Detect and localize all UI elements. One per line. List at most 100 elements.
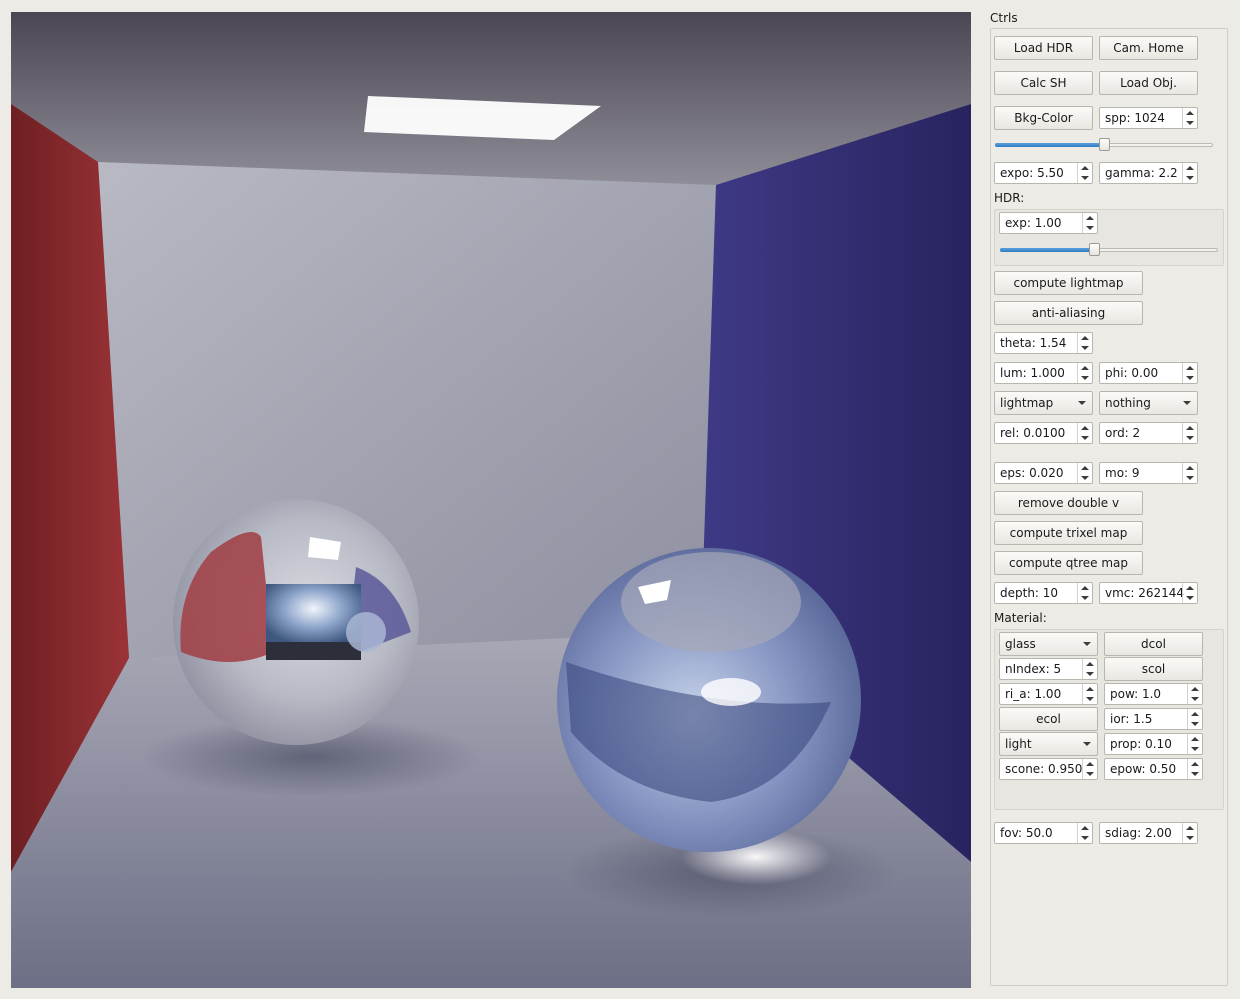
lum-value: lum: 1.000 [1000, 366, 1065, 380]
ri-a-spinbox[interactable]: ri_a: 1.00 [999, 683, 1098, 705]
spin-arrows-icon[interactable] [1077, 423, 1092, 443]
expo-value: expo: 5.50 [1000, 166, 1064, 180]
spin-arrows-icon[interactable] [1082, 759, 1097, 779]
epow-value: epow: 0.50 [1110, 762, 1177, 776]
rel-spinbox[interactable]: rel: 0.0100 [994, 422, 1093, 444]
scol-button[interactable]: scol [1104, 657, 1203, 681]
hdr-slider-fill [1000, 248, 1094, 252]
spin-arrows-icon[interactable] [1082, 213, 1097, 233]
epow-spinbox[interactable]: epow: 0.50 [1104, 758, 1203, 780]
compute-qtree-map-button[interactable]: compute qtree map [994, 551, 1143, 575]
calc-sh-button[interactable]: Calc SH [994, 71, 1093, 95]
spin-arrows-icon[interactable] [1182, 363, 1197, 383]
hdr-label: HDR: [994, 191, 1025, 205]
gamma-spinbox[interactable]: gamma: 2.2 [1099, 162, 1198, 184]
spin-arrows-icon[interactable] [1077, 583, 1092, 603]
ior-value: ior: 1.5 [1110, 712, 1153, 726]
pow-value: pow: 1.0 [1110, 687, 1162, 701]
spin-arrows-icon[interactable] [1187, 759, 1202, 779]
spin-arrows-icon[interactable] [1187, 734, 1202, 754]
eps-value: eps: 0.020 [1000, 466, 1064, 480]
material-label: Material: [994, 611, 1047, 625]
sdiag-spinbox[interactable]: sdiag: 2.00 [1099, 822, 1198, 844]
load-hdr-button[interactable]: Load HDR [994, 36, 1093, 60]
chevron-down-icon [1083, 642, 1091, 646]
gamma-value: gamma: 2.2 [1105, 166, 1178, 180]
spp-spinbox[interactable]: spp: 1024 [1099, 107, 1198, 129]
spp-slider[interactable] [995, 137, 1213, 153]
spin-arrows-icon[interactable] [1182, 583, 1197, 603]
material-type-select[interactable]: glass [999, 632, 1098, 656]
spin-arrows-icon[interactable] [1082, 684, 1097, 704]
scone-value: scone: 0.950 [1005, 762, 1083, 776]
prop-spinbox[interactable]: prop: 0.10 [1104, 733, 1203, 755]
ord-value: ord: 2 [1105, 426, 1141, 440]
chevron-down-icon [1183, 401, 1191, 405]
light-select[interactable]: light [999, 732, 1098, 756]
spp-value: spp: 1024 [1105, 111, 1165, 125]
spin-arrows-icon[interactable] [1077, 463, 1092, 483]
vmc-value: vmc: 262144 [1105, 586, 1185, 600]
bkg-color-button[interactable]: Bkg-Color [994, 106, 1093, 130]
ior-spinbox[interactable]: ior: 1.5 [1104, 708, 1203, 730]
hdr-slider-handle[interactable] [1089, 243, 1100, 256]
nindex-spinbox[interactable]: nIndex: 5 [999, 658, 1098, 680]
expo-spinbox[interactable]: expo: 5.50 [994, 162, 1093, 184]
anti-aliasing-button[interactable]: anti-aliasing [994, 301, 1143, 325]
vmc-spinbox[interactable]: vmc: 262144 [1099, 582, 1198, 604]
fov-spinbox[interactable]: fov: 50.0 [994, 822, 1093, 844]
compute-trixel-map-button[interactable]: compute trixel map [994, 521, 1143, 545]
ecol-button[interactable]: ecol [999, 707, 1098, 731]
material-type-value: glass [1005, 637, 1036, 651]
hdr-exp-spinbox[interactable]: exp: 1.00 [999, 212, 1098, 234]
rel-value: rel: 0.0100 [1000, 426, 1066, 440]
ord-spinbox[interactable]: ord: 2 [1099, 422, 1198, 444]
depth-value: depth: 10 [1000, 586, 1059, 600]
spp-slider-handle[interactable] [1099, 138, 1110, 151]
cam-home-button[interactable]: Cam. Home [1099, 36, 1198, 60]
hdr-exp-slider[interactable] [1000, 242, 1218, 258]
pow-spinbox[interactable]: pow: 1.0 [1104, 683, 1203, 705]
spp-slider-fill [995, 143, 1104, 147]
fov-value: fov: 50.0 [1000, 826, 1053, 840]
scone-spinbox[interactable]: scone: 0.950 [999, 758, 1098, 780]
remove-double-v-button[interactable]: remove double v [994, 491, 1143, 515]
render-viewport[interactable] [11, 12, 971, 988]
depth-spinbox[interactable]: depth: 10 [994, 582, 1093, 604]
spin-arrows-icon[interactable] [1182, 463, 1197, 483]
spin-arrows-icon[interactable] [1182, 823, 1197, 843]
spin-arrows-icon[interactable] [1182, 163, 1197, 183]
spin-arrows-icon[interactable] [1077, 333, 1092, 353]
load-obj-button[interactable]: Load Obj. [1099, 71, 1198, 95]
mode-select[interactable]: lightmap [994, 391, 1093, 415]
panel-title: Ctrls [990, 11, 1018, 25]
hdr-exp-value: exp: 1.00 [1005, 216, 1062, 230]
sdiag-value: sdiag: 2.00 [1105, 826, 1172, 840]
nindex-value: nIndex: 5 [1005, 662, 1062, 676]
lum-spinbox[interactable]: lum: 1.000 [994, 362, 1093, 384]
spin-arrows-icon[interactable] [1187, 684, 1202, 704]
spin-arrows-icon[interactable] [1077, 363, 1092, 383]
eps-spinbox[interactable]: eps: 0.020 [994, 462, 1093, 484]
light-select-value: light [1005, 737, 1032, 751]
phi-value: phi: 0.00 [1105, 366, 1159, 380]
spin-arrows-icon[interactable] [1187, 709, 1202, 729]
chevron-down-icon [1083, 742, 1091, 746]
prop-value: prop: 0.10 [1110, 737, 1172, 751]
theta-spinbox[interactable]: theta: 1.54 [994, 332, 1093, 354]
chevron-down-icon [1078, 401, 1086, 405]
phi-spinbox[interactable]: phi: 0.00 [1099, 362, 1198, 384]
dcol-button[interactable]: dcol [1104, 632, 1203, 656]
spin-arrows-icon[interactable] [1082, 659, 1097, 679]
mo-spinbox[interactable]: mo: 9 [1099, 462, 1198, 484]
mode-select-2[interactable]: nothing [1099, 391, 1198, 415]
spin-arrows-icon[interactable] [1077, 163, 1092, 183]
compute-lightmap-button[interactable]: compute lightmap [994, 271, 1143, 295]
ri-a-value: ri_a: 1.00 [1005, 687, 1062, 701]
spin-arrows-icon[interactable] [1182, 423, 1197, 443]
mo-value: mo: 9 [1105, 466, 1140, 480]
cornell-box-render [11, 12, 971, 988]
spin-arrows-icon[interactable] [1077, 823, 1092, 843]
theta-value: theta: 1.54 [1000, 336, 1067, 350]
spin-arrows-icon[interactable] [1182, 108, 1197, 128]
